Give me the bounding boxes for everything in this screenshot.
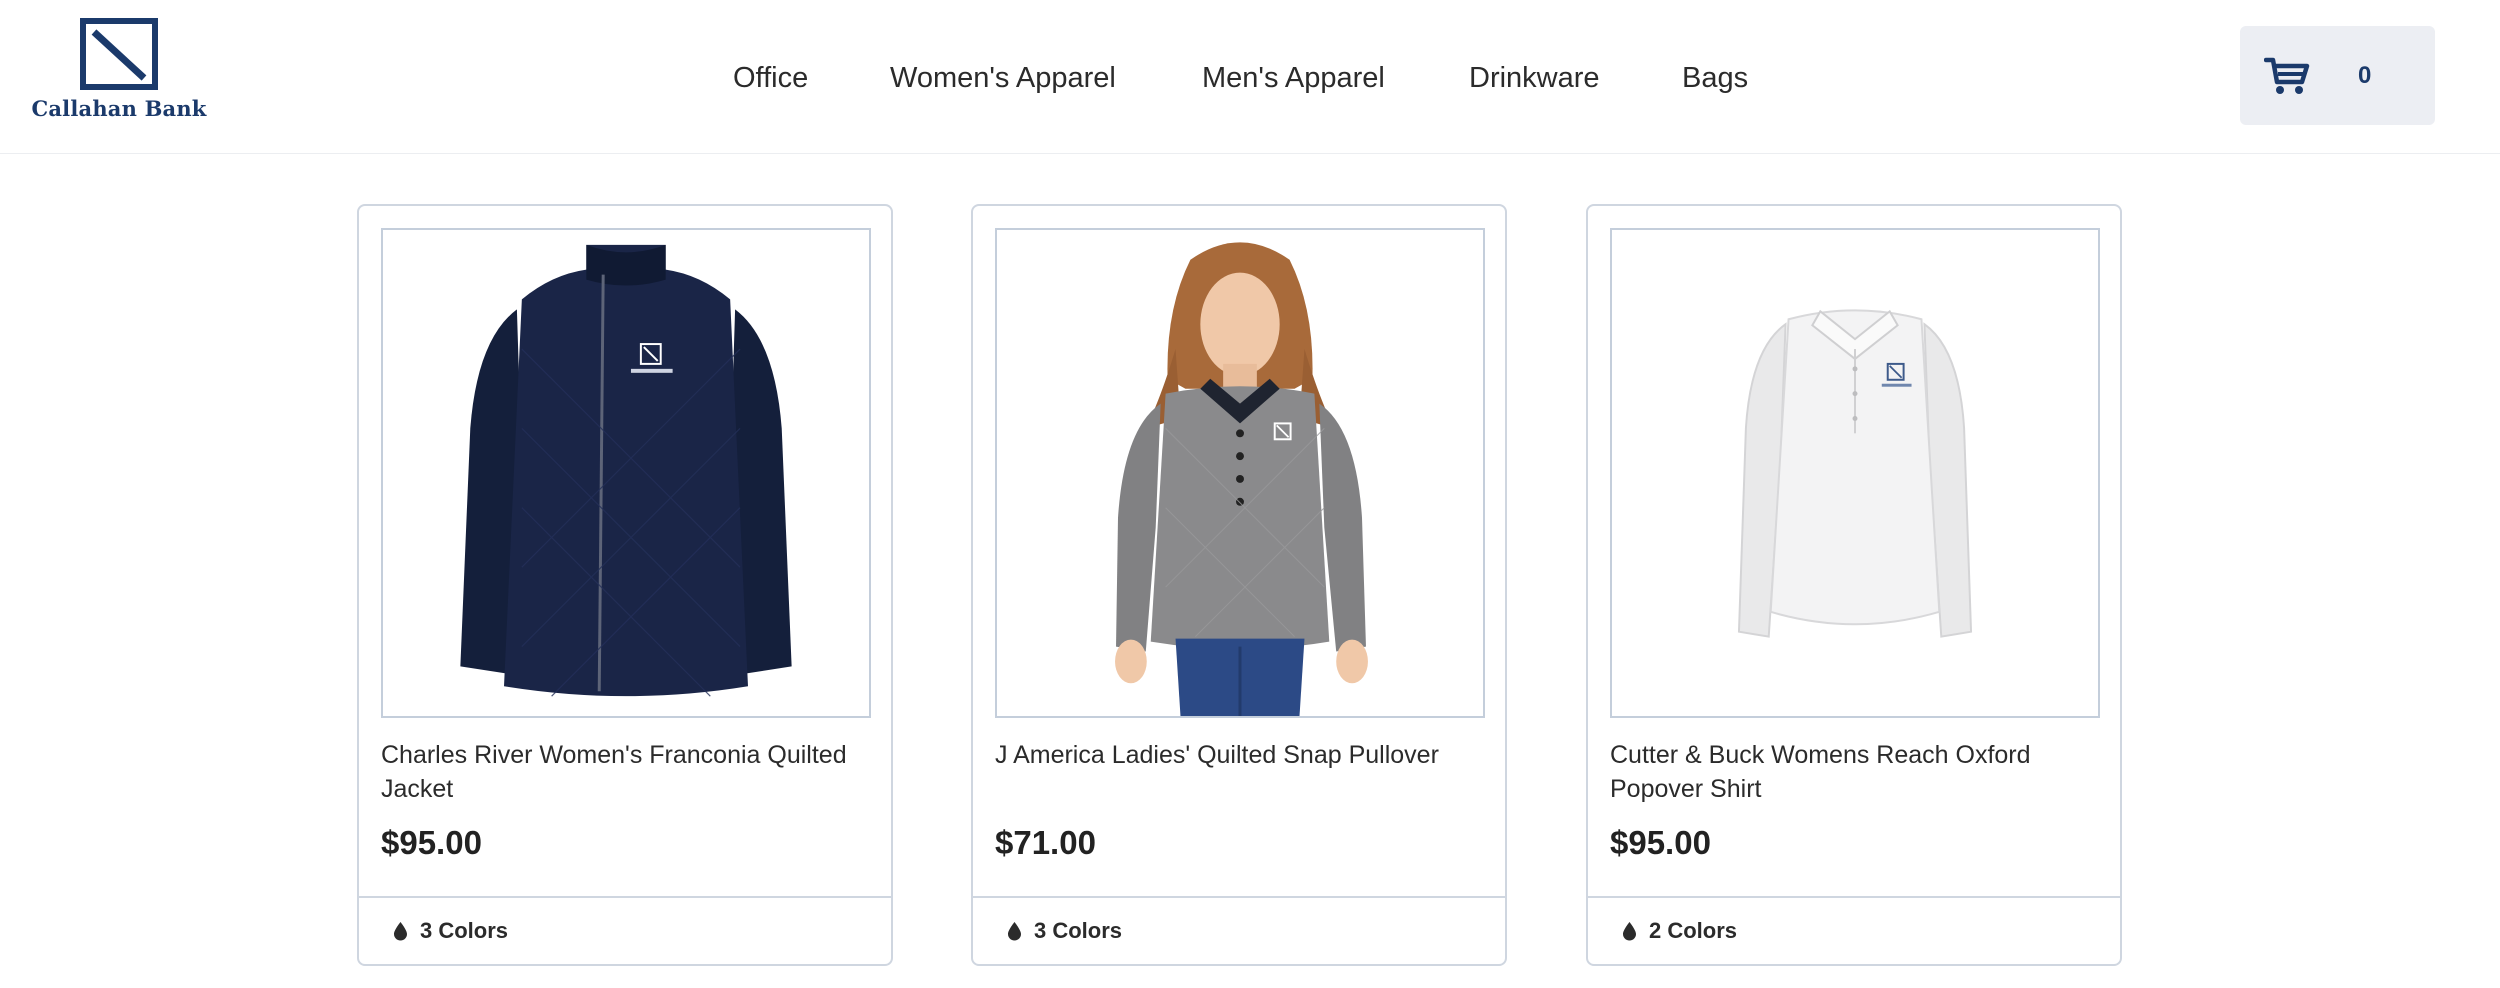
product-image[interactable] (381, 228, 871, 718)
site-header: Callahan Bank Office Women's Apparel Men… (0, 0, 2500, 154)
color-drop-icon (394, 922, 407, 941)
product-price: $95.00 (1610, 824, 1711, 861)
main-nav: Office Women's Apparel Men's Apparel Dri… (0, 54, 2500, 102)
product-card[interactable]: Cutter & Buck Womens Reach Oxford Popove… (1586, 204, 2122, 966)
product-image[interactable] (1610, 228, 2100, 718)
pullover-image (1115, 242, 1368, 716)
product-color-options[interactable]: 3 Colors (359, 896, 891, 964)
product-title[interactable]: J America Ladies' Quilted Snap Pullover (995, 738, 1495, 772)
colors-count: 3 Colors (1034, 918, 1123, 943)
product-price: $71.00 (995, 824, 1096, 861)
cart-button[interactable]: 0 (2240, 26, 2435, 125)
nav-item-bags[interactable]: Bags (1682, 54, 1748, 102)
product-color-options[interactable]: 3 Colors (973, 896, 1505, 964)
product-title[interactable]: Charles River Women's Franconia Quilted … (381, 738, 881, 806)
colors-count: 2 Colors (1649, 918, 1738, 943)
product-image[interactable] (995, 228, 1485, 718)
nav-item-drinkware[interactable]: Drinkware (1469, 54, 1600, 102)
color-drop-icon (1008, 922, 1021, 941)
product-price: $95.00 (381, 824, 482, 861)
product-card[interactable]: Charles River Women's Franconia Quilted … (357, 204, 893, 966)
shopping-cart-icon (2264, 57, 2310, 94)
cart-count: 0 (2358, 62, 2372, 89)
nav-item-womens-apparel[interactable]: Women's Apparel (890, 54, 1116, 102)
product-card[interactable]: J America Ladies' Quilted Snap Pullover … (971, 204, 1507, 966)
shirt-image (1737, 309, 1973, 638)
nav-item-office[interactable]: Office (733, 54, 808, 102)
colors-count: 3 Colors (420, 918, 509, 943)
color-drop-icon (1623, 922, 1636, 941)
jacket-image (460, 244, 792, 697)
product-color-options[interactable]: 2 Colors (1588, 896, 2120, 964)
nav-item-mens-apparel[interactable]: Men's Apparel (1202, 54, 1385, 102)
product-title[interactable]: Cutter & Buck Womens Reach Oxford Popove… (1610, 738, 2110, 806)
